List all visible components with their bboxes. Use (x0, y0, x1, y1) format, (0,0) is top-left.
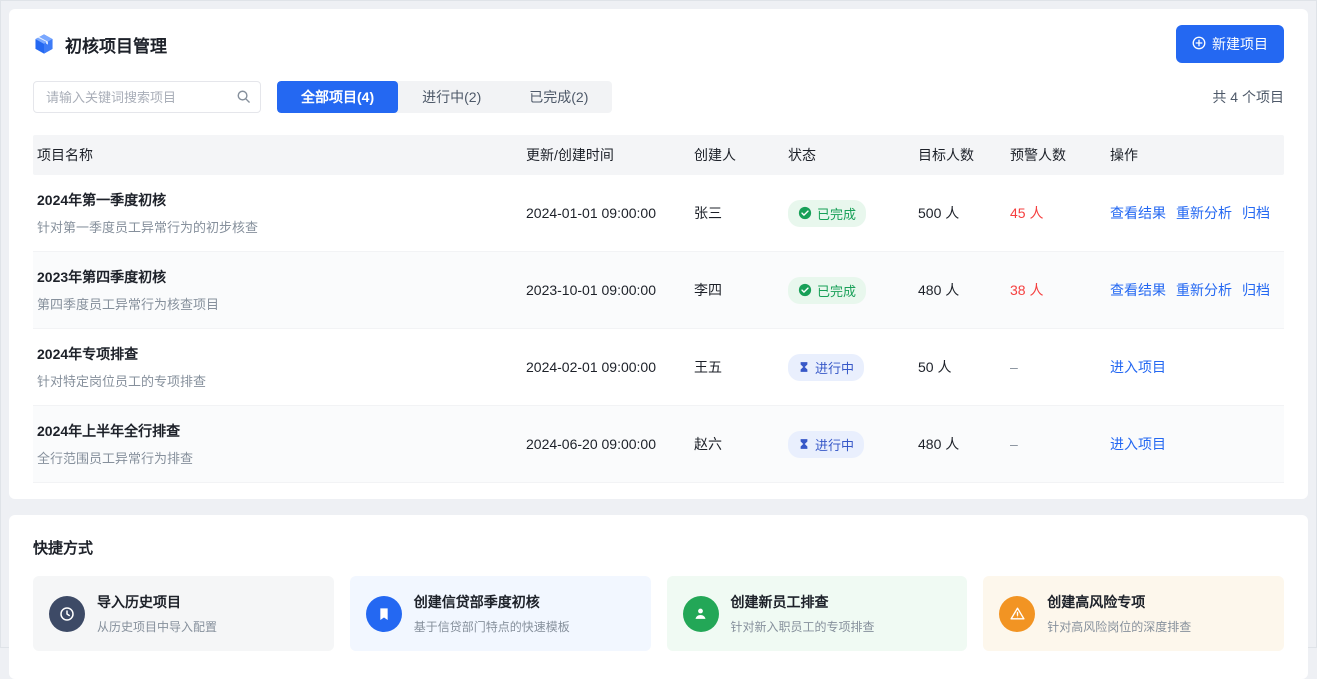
shortcut-desc: 基于信贷部门特点的快速模板 (414, 618, 570, 635)
tab-in-progress[interactable]: 进行中(2) (398, 81, 505, 113)
project-desc: 针对特定岗位员工的专项排查 (37, 371, 518, 390)
col-target: 目标人数 (914, 145, 1006, 165)
col-project-name: 项目名称 (33, 145, 522, 165)
action-view-results[interactable]: 查看结果 (1110, 280, 1166, 300)
search-input[interactable] (33, 81, 261, 113)
project-name: 2023年第四季度初核 (37, 267, 518, 287)
new-project-button[interactable]: 新建项目 (1176, 25, 1284, 63)
status-badge: 已完成 (788, 200, 866, 227)
toolbar: 全部项目(4) 进行中(2) 已完成(2) 共 4 个项目 (33, 81, 1284, 113)
total-count-text: 共 4 个项目 (1212, 87, 1284, 107)
project-time: 2024-01-01 09:00:00 (522, 205, 690, 221)
shortcut-import-history[interactable]: 导入历史项目 从历史项目中导入配置 (33, 576, 334, 651)
project-creator: 王五 (690, 357, 784, 377)
shortcut-desc: 针对高风险岗位的深度排查 (1047, 618, 1191, 635)
target-count: 50 人 (914, 357, 1006, 377)
shortcut-desc: 针对新入职员工的专项排查 (731, 618, 875, 635)
table-row: 2024年第一季度初核 针对第一季度员工异常行为的初步核查 2024-01-01… (33, 175, 1284, 252)
shortcut-title: 创建新员工排查 (731, 592, 875, 612)
shortcuts-title: 快捷方式 (33, 537, 1284, 558)
action-enter-project[interactable]: 进入项目 (1110, 357, 1166, 377)
table-row: 2024年上半年全行排查 全行范围员工异常行为排查 2024-06-20 09:… (33, 406, 1284, 483)
project-desc: 第四季度员工异常行为核查项目 (37, 294, 518, 313)
user-icon (683, 596, 719, 632)
project-time: 2024-02-01 09:00:00 (522, 359, 690, 375)
project-name: 2024年专项排查 (37, 344, 518, 364)
hourglass-icon (798, 361, 810, 373)
project-name: 2024年上半年全行排查 (37, 421, 518, 441)
col-time: 更新/创建时间 (522, 145, 690, 165)
page-title: 初核项目管理 (65, 32, 167, 57)
plus-circle-icon (1192, 36, 1206, 53)
project-desc: 针对第一季度员工异常行为的初步核查 (37, 217, 518, 236)
warning-icon (999, 596, 1035, 632)
shortcut-desc: 从历史项目中导入配置 (97, 618, 217, 635)
project-time: 2024-06-20 09:00:00 (522, 436, 690, 452)
project-time: 2023-10-01 09:00:00 (522, 282, 690, 298)
action-archive[interactable]: 归档 (1242, 203, 1270, 223)
warning-count: – (1006, 436, 1106, 452)
table-row: 2024年专项排查 针对特定岗位员工的专项排查 2024-02-01 09:00… (33, 329, 1284, 406)
shortcut-title: 导入历史项目 (97, 592, 217, 612)
table-header: 项目名称 更新/创建时间 创建人 状态 目标人数 预警人数 操作 (33, 135, 1284, 175)
project-creator: 李四 (690, 280, 784, 300)
status-badge: 进行中 (788, 431, 864, 458)
check-circle-icon (798, 206, 812, 220)
check-circle-icon (798, 283, 812, 297)
filter-tabs: 全部项目(4) 进行中(2) 已完成(2) (277, 81, 612, 113)
action-reanalyze[interactable]: 重新分析 (1176, 280, 1232, 300)
target-count: 480 人 (914, 434, 1006, 454)
bookmark-icon (366, 596, 402, 632)
action-view-results[interactable]: 查看结果 (1110, 203, 1166, 223)
status-badge: 已完成 (788, 277, 866, 304)
tab-all-projects[interactable]: 全部项目(4) (277, 81, 398, 113)
status-badge: 进行中 (788, 354, 864, 381)
project-creator: 张三 (690, 203, 784, 223)
tab-completed[interactable]: 已完成(2) (505, 81, 612, 113)
project-management-panel: 初核项目管理 新建项目 全部项目(4) 进行中(2) (9, 9, 1308, 499)
page-header: 初核项目管理 新建项目 (33, 25, 1284, 63)
warning-count: 45 人 (1006, 203, 1106, 223)
shortcuts-panel: 快捷方式 导入历史项目 从历史项目中导入配置 创建信贷部季度初核 (9, 515, 1308, 679)
search-icon (236, 89, 251, 109)
target-count: 480 人 (914, 280, 1006, 300)
shortcut-title: 创建高风险专项 (1047, 592, 1191, 612)
shortcut-new-employee-check[interactable]: 创建新员工排查 针对新入职员工的专项排查 (667, 576, 968, 651)
history-icon (49, 596, 85, 632)
shortcut-high-risk-special[interactable]: 创建高风险专项 针对高风险岗位的深度排查 (983, 576, 1284, 651)
action-reanalyze[interactable]: 重新分析 (1176, 203, 1232, 223)
warning-count: – (1006, 359, 1106, 375)
project-name: 2024年第一季度初核 (37, 190, 518, 210)
target-count: 500 人 (914, 203, 1006, 223)
project-creator: 赵六 (690, 434, 784, 454)
project-desc: 全行范围员工异常行为排查 (37, 448, 518, 467)
warning-count: 38 人 (1006, 280, 1106, 300)
col-actions: 操作 (1106, 145, 1284, 165)
hourglass-icon (798, 438, 810, 450)
col-status: 状态 (784, 145, 914, 165)
shortcut-credit-dept-review[interactable]: 创建信贷部季度初核 基于信贷部门特点的快速模板 (350, 576, 651, 651)
shortcut-title: 创建信贷部季度初核 (414, 592, 570, 612)
search-box (33, 81, 261, 113)
action-archive[interactable]: 归档 (1242, 280, 1270, 300)
cube-logo-icon (33, 33, 55, 55)
col-creator: 创建人 (690, 145, 784, 165)
table-row: 2023年第四季度初核 第四季度员工异常行为核查项目 2023-10-01 09… (33, 252, 1284, 329)
action-enter-project[interactable]: 进入项目 (1110, 434, 1166, 454)
col-warning: 预警人数 (1006, 145, 1106, 165)
